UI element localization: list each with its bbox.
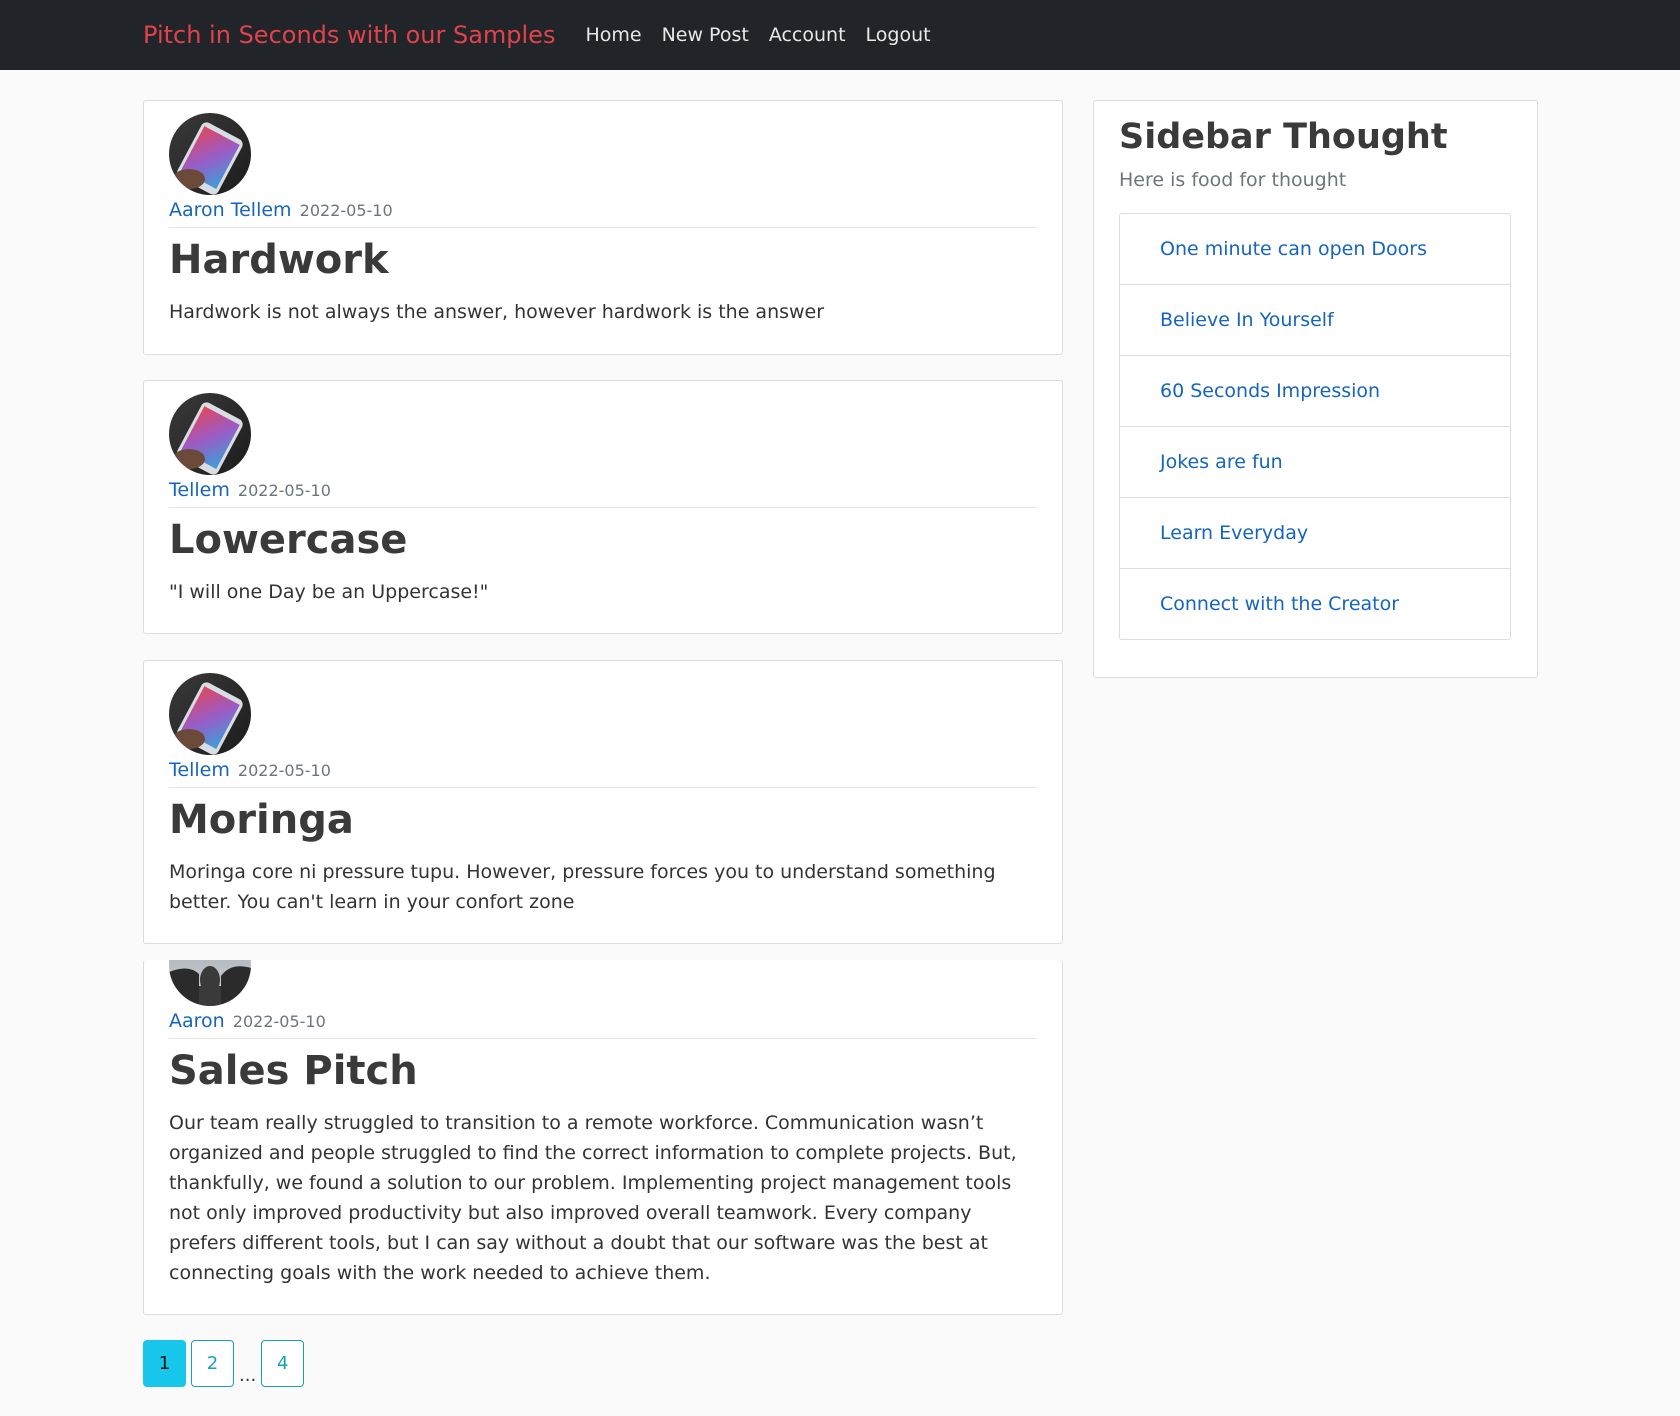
sidebar-link-list: One minute can open Doors Believe In You…	[1119, 212, 1511, 640]
sidebar-item-learn[interactable]: Learn Everyday	[1120, 498, 1510, 569]
page-button-4[interactable]: 4	[261, 1340, 305, 1387]
post-date: 2022-05-10	[237, 481, 331, 500]
pagination-ellipsis: ...	[239, 1365, 257, 1386]
top-navbar: Pitch in Seconds with our Samples Home N…	[0, 0, 1680, 70]
nav-link-logout[interactable]: Logout	[866, 24, 931, 46]
author-avatar[interactable]	[169, 393, 251, 475]
post-meta: Tellem 2022-05-10	[169, 759, 1037, 788]
phone-photo-icon	[169, 113, 251, 195]
sidebar-subtitle: Here is food for thought	[1119, 168, 1347, 191]
avatar-clip	[169, 960, 1037, 1006]
sidebar-title: Sidebar Thought	[1119, 117, 1448, 157]
post-body: Hardwork is not always the answer, howev…	[169, 301, 825, 323]
phone-photo-icon	[169, 393, 251, 475]
post-title[interactable]: Lowercase	[169, 515, 1037, 565]
post-card: Tellem 2022-05-10 Lowercase "I will one …	[143, 380, 1063, 634]
post-title[interactable]: Hardwork	[169, 235, 1037, 285]
sidebar-item-60-seconds[interactable]: 60 Seconds Impression	[1120, 356, 1510, 427]
author-avatar[interactable]	[169, 113, 251, 195]
nav-link-account[interactable]: Account	[769, 24, 846, 46]
post-body: Moringa core ni pressure tupu. However, …	[169, 861, 996, 913]
post-body: Our team really struggled to transition …	[169, 1112, 1017, 1284]
nav-link-home[interactable]: Home	[585, 24, 641, 46]
post-author-link[interactable]: Aaron Tellem	[169, 199, 292, 221]
sidebar-item-jokes[interactable]: Jokes are fun	[1120, 427, 1510, 498]
post-card: Tellem 2022-05-10 Moringa Moringa core n…	[143, 660, 1063, 944]
post-meta: Tellem 2022-05-10	[169, 479, 1037, 508]
post-author-link[interactable]: Aaron	[169, 1010, 225, 1032]
sidebar-item-one-minute[interactable]: One minute can open Doors	[1120, 214, 1510, 285]
pagination: 1 2 ... 4	[143, 1340, 305, 1387]
phone-photo-icon	[169, 673, 251, 755]
post-author-link[interactable]: Tellem	[169, 479, 230, 501]
post-date: 2022-05-10	[232, 1012, 326, 1031]
post-title[interactable]: Moringa	[169, 795, 1037, 845]
author-avatar[interactable]	[169, 673, 251, 755]
nav-link-new-post[interactable]: New Post	[662, 24, 749, 46]
sidebar: Sidebar Thought Here is food for thought…	[1093, 100, 1538, 678]
sidebar-item-believe[interactable]: Believe In Yourself	[1120, 285, 1510, 356]
post-date: 2022-05-10	[299, 201, 393, 220]
post-card: Aaron Tellem 2022-05-10 Hardwork Hardwor…	[143, 100, 1063, 355]
post-card: Aaron 2022-05-10 Sales Pitch Our team re…	[143, 960, 1063, 1315]
post-meta: Aaron Tellem 2022-05-10	[169, 199, 1037, 228]
post-title[interactable]: Sales Pitch	[169, 1046, 1037, 1096]
post-body: "I will one Day be an Uppercase!"	[169, 581, 489, 603]
author-avatar[interactable]	[169, 960, 251, 1006]
main-content: Aaron Tellem 2022-05-10 Hardwork Hardwor…	[0, 70, 1680, 1416]
sidebar-item-connect[interactable]: Connect with the Creator	[1120, 569, 1510, 639]
page-button-1[interactable]: 1	[143, 1340, 186, 1387]
post-author-link[interactable]: Tellem	[169, 759, 230, 781]
page-button-2[interactable]: 2	[191, 1340, 234, 1387]
post-date: 2022-05-10	[237, 761, 331, 780]
brand-link[interactable]: Pitch in Seconds with our Samples	[143, 21, 555, 49]
person-photo-icon	[169, 960, 251, 1006]
post-meta: Aaron 2022-05-10	[169, 1010, 1037, 1039]
